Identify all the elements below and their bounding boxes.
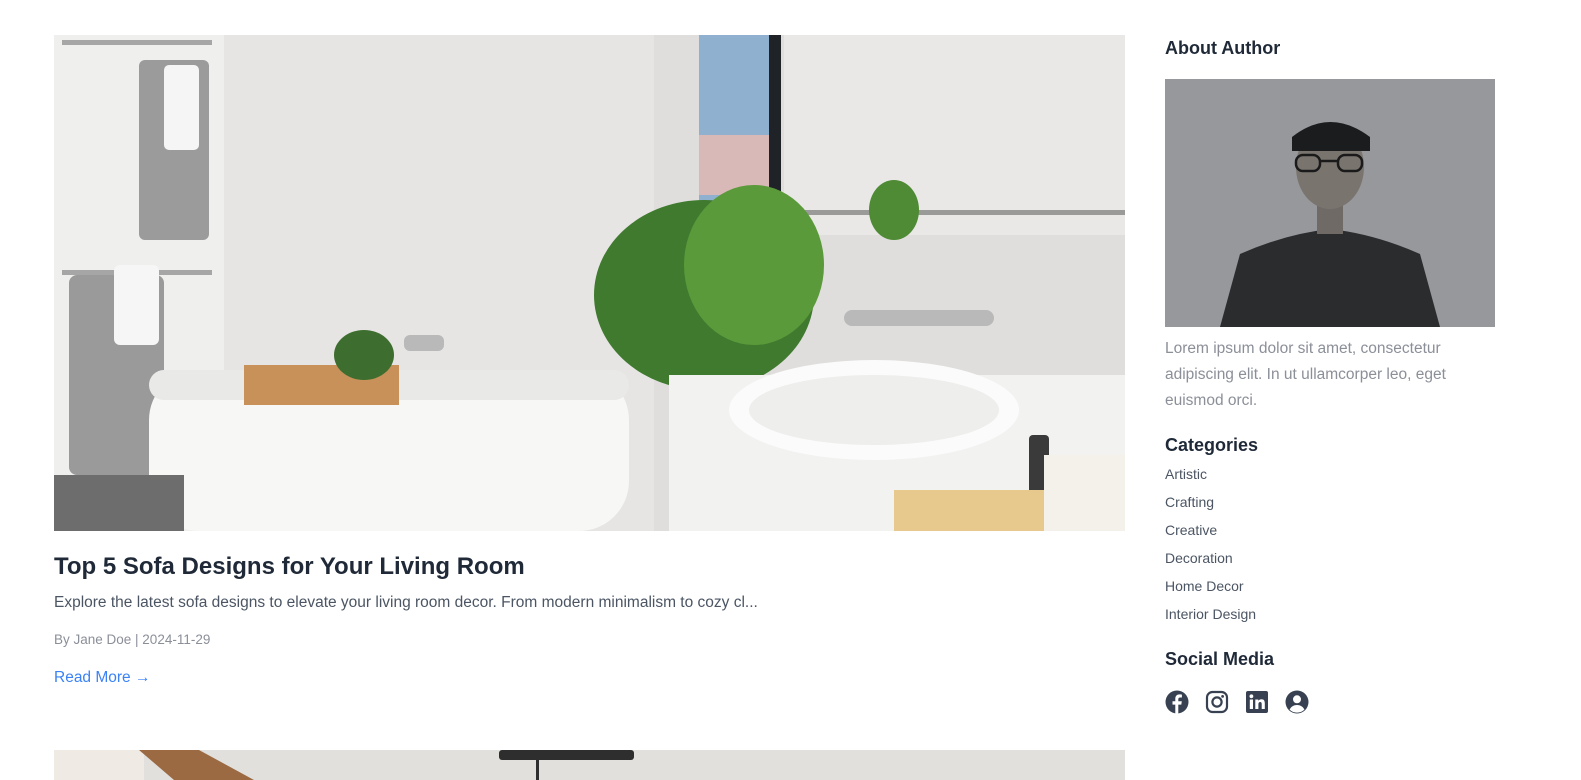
category-interior-design[interactable]: Interior Design xyxy=(1165,606,1256,622)
list-item: Interior Design xyxy=(1165,606,1256,634)
read-more-link[interactable]: Read More → xyxy=(54,669,150,687)
social-icons xyxy=(1165,690,1309,714)
social-media-heading: Social Media xyxy=(1165,649,1275,669)
linkedin-icon[interactable] xyxy=(1245,690,1269,714)
instagram-icon[interactable] xyxy=(1205,690,1229,714)
list-item: Artistic xyxy=(1165,466,1256,494)
category-decoration[interactable]: Decoration xyxy=(1165,550,1233,566)
user-circle-icon[interactable] xyxy=(1285,690,1309,714)
list-item: Crafting xyxy=(1165,494,1256,522)
author-photo xyxy=(1165,79,1495,327)
category-crafting[interactable]: Crafting xyxy=(1165,494,1214,510)
category-artistic[interactable]: Artistic xyxy=(1165,466,1207,482)
list-item: Creative xyxy=(1165,522,1256,550)
author-bio: Lorem ipsum dolor sit amet, consectetur … xyxy=(1165,340,1446,409)
categories-list: Artistic Crafting Creative Decoration Ho… xyxy=(1165,466,1256,634)
categories-heading: Categories xyxy=(1165,435,1259,455)
list-item: Decoration xyxy=(1165,550,1256,578)
category-home-decor[interactable]: Home Decor xyxy=(1165,578,1244,594)
list-item: Home Decor xyxy=(1165,578,1256,606)
category-creative[interactable]: Creative xyxy=(1165,522,1217,538)
post-title[interactable]: Top 5 Sofa Designs for Your Living Room xyxy=(54,553,525,581)
next-post-image[interactable] xyxy=(54,750,1125,780)
post-image[interactable] xyxy=(54,35,1125,531)
post-meta: By Jane Doe | 2024-11-29 xyxy=(54,632,211,647)
facebook-icon[interactable] xyxy=(1165,690,1189,714)
post-excerpt: Explore the latest sofa designs to eleva… xyxy=(54,594,758,611)
about-author-heading: About Author xyxy=(1165,38,1281,58)
